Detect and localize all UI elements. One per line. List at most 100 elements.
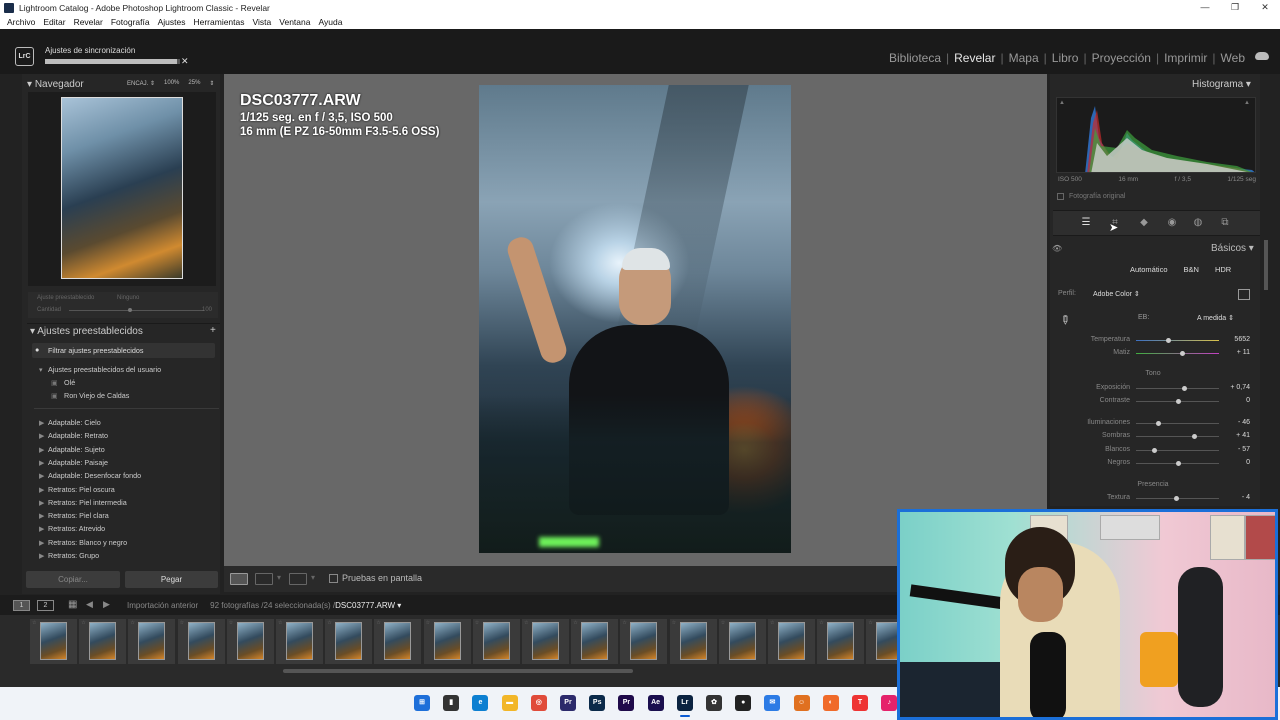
preset-group[interactable]: Retratos: Piel clara: [48, 511, 109, 520]
filmstrip-thumbnail[interactable]: ☆: [374, 619, 422, 664]
preset-group[interactable]: Retratos: Piel oscura: [48, 485, 115, 494]
slider-track[interactable]: [1136, 340, 1219, 341]
slider-value[interactable]: - 46: [1222, 419, 1250, 426]
preset-group[interactable]: Adaptable: Paisaje: [48, 458, 108, 467]
filmstrip-thumbnail[interactable]: ☆: [325, 619, 373, 664]
thumb-image[interactable]: [482, 622, 510, 660]
photoshop-icon[interactable]: Ps: [589, 695, 606, 711]
navigator-header[interactable]: ▾ Navegador: [27, 79, 84, 90]
treatment-hdr[interactable]: HDR: [1215, 265, 1231, 274]
collapse-icon[interactable]: ▶: [39, 445, 45, 454]
treatment-auto[interactable]: Automático: [1130, 265, 1168, 274]
treatment-bw[interactable]: B&N: [1184, 265, 1199, 274]
filmstrip-thumbnail[interactable]: ☆: [768, 619, 815, 664]
collapse-icon[interactable]: ▶: [39, 538, 45, 547]
collapse-icon[interactable]: ▶: [39, 431, 45, 440]
thumb-image[interactable]: [728, 622, 756, 660]
collapse-icon[interactable]: ▶: [39, 485, 45, 494]
collapse-icon[interactable]: ▶: [39, 524, 45, 533]
filmstrip-thumbnail[interactable]: ☆: [817, 619, 865, 664]
obs-icon[interactable]: ●: [735, 695, 752, 711]
thumb-image[interactable]: [40, 622, 67, 660]
forward-arrow-icon[interactable]: ▶: [103, 599, 110, 610]
presets-header[interactable]: ▾ Ajustes preestablecidos +: [27, 323, 220, 338]
slider-value[interactable]: - 57: [1222, 446, 1250, 453]
preset-group[interactable]: Retratos: Piel intermedia: [48, 498, 127, 507]
main-window-button[interactable]: 1: [13, 600, 30, 611]
preset-group[interactable]: Adaptable: Cielo: [48, 418, 101, 427]
maximize-button[interactable]: ❐: [1220, 0, 1250, 15]
menu-ayuda[interactable]: Ayuda: [318, 17, 342, 27]
menu-herramientas[interactable]: Herramientas: [193, 17, 244, 27]
filmstrip-thumbnail[interactable]: ☆: [620, 619, 668, 664]
thumb-image[interactable]: [532, 622, 559, 660]
filmstrip-thumbnail[interactable]: ☆: [423, 619, 471, 664]
filmstrip-thumbnail[interactable]: ☆: [30, 619, 77, 664]
slider-value[interactable]: 0: [1222, 459, 1250, 466]
thumb-image[interactable]: [433, 622, 461, 660]
filmstrip-thumbnail[interactable]: ☆: [276, 619, 323, 664]
filmstrip-current-file[interactable]: DSC03777.ARW ▾: [335, 601, 401, 610]
zoom-fit[interactable]: ENCAJ. ⇕: [127, 80, 155, 87]
davinci-icon[interactable]: ✿: [706, 695, 722, 711]
edge-icon[interactable]: e: [472, 695, 489, 711]
module-mapa[interactable]: Mapa: [1004, 51, 1044, 65]
white-balance-dropdown[interactable]: A medida ⇕: [1197, 314, 1234, 322]
module-libro[interactable]: Libro: [1047, 51, 1084, 65]
thumb-image[interactable]: [335, 622, 363, 660]
before-after-lr-icon[interactable]: [255, 573, 273, 585]
thumb-image[interactable]: [630, 622, 658, 660]
add-preset-icon[interactable]: +: [210, 325, 216, 336]
presets-tool-icon[interactable]: ⧉: [1219, 217, 1231, 229]
thumb-image[interactable]: [236, 622, 264, 660]
thumb-image[interactable]: [384, 622, 412, 660]
menu-editar[interactable]: Editar: [43, 17, 65, 27]
menu-ventana[interactable]: Ventana: [279, 17, 310, 27]
grid-view-icon[interactable]: ▦: [68, 599, 77, 610]
healing-icon[interactable]: ◆: [1138, 217, 1150, 229]
collapse-icon[interactable]: ▶: [39, 511, 45, 520]
menu-archivo[interactable]: Archivo: [7, 17, 35, 27]
preset-group-user[interactable]: Ajustes preestablecidos del usuario: [48, 365, 161, 374]
thumb-image[interactable]: [778, 622, 805, 660]
filmstrip-thumbnail[interactable]: ☆: [226, 619, 274, 664]
edit-sliders-icon[interactable]: ☰: [1080, 217, 1092, 229]
zoom-100[interactable]: 100%: [164, 80, 179, 87]
filmstrip-thumbnail[interactable]: ☆: [79, 619, 127, 664]
preset-group[interactable]: Retratos: Grupo: [48, 551, 99, 560]
loupe-view-icon[interactable]: [230, 573, 248, 585]
thumb-image[interactable]: [187, 622, 215, 660]
firefox-icon[interactable]: ☺: [793, 695, 810, 711]
close-button[interactable]: ✕: [1250, 0, 1280, 15]
collapse-icon[interactable]: ▶: [39, 471, 45, 480]
collapse-icon[interactable]: ▶: [39, 418, 45, 427]
amount-slider-track[interactable]: [69, 310, 204, 311]
thumb-image[interactable]: [679, 622, 707, 660]
tiktok-icon[interactable]: ♪: [881, 695, 898, 711]
thumb-image[interactable]: [138, 622, 166, 660]
preset-item[interactable]: Ron Viejo de Caldas: [64, 391, 129, 400]
navigator-thumbnail[interactable]: [61, 97, 183, 279]
slider-knob[interactable]: [1173, 496, 1179, 501]
zoom-more[interactable]: ⇕: [209, 80, 214, 87]
filmstrip-source[interactable]: Importación anterior: [127, 601, 198, 610]
minimize-button[interactable]: —: [1190, 0, 1220, 15]
menu-vista[interactable]: Vista: [253, 17, 272, 27]
histogram[interactable]: [1056, 97, 1256, 173]
shadow-clip-icon[interactable]: ▲: [1059, 100, 1065, 106]
main-photo[interactable]: [479, 85, 791, 553]
preset-group[interactable]: Adaptable: Desenfocar fondo: [48, 471, 141, 480]
zoom-25[interactable]: 25%: [188, 80, 200, 87]
file-explorer-dark-icon[interactable]: ▮: [443, 695, 460, 711]
premiere-rush-icon[interactable]: Pr: [560, 695, 576, 711]
profile-dropdown[interactable]: Adobe Color ⇕: [1093, 290, 1140, 298]
module-proyeccion[interactable]: Proyección: [1087, 51, 1156, 65]
slider-knob[interactable]: [1179, 351, 1185, 356]
preset-filter-text[interactable]: Filtrar ajustes preestablecidos: [48, 346, 143, 355]
slider-value[interactable]: + 11: [1222, 349, 1250, 356]
before-after-yy-icon[interactable]: [289, 573, 307, 585]
slider-knob[interactable]: [1165, 338, 1171, 343]
filmstrip-thumbnail[interactable]: ☆: [128, 619, 176, 664]
preset-group[interactable]: Adaptable: Retrato: [48, 431, 108, 440]
filmstrip-thumbnail[interactable]: ☆: [177, 619, 225, 664]
